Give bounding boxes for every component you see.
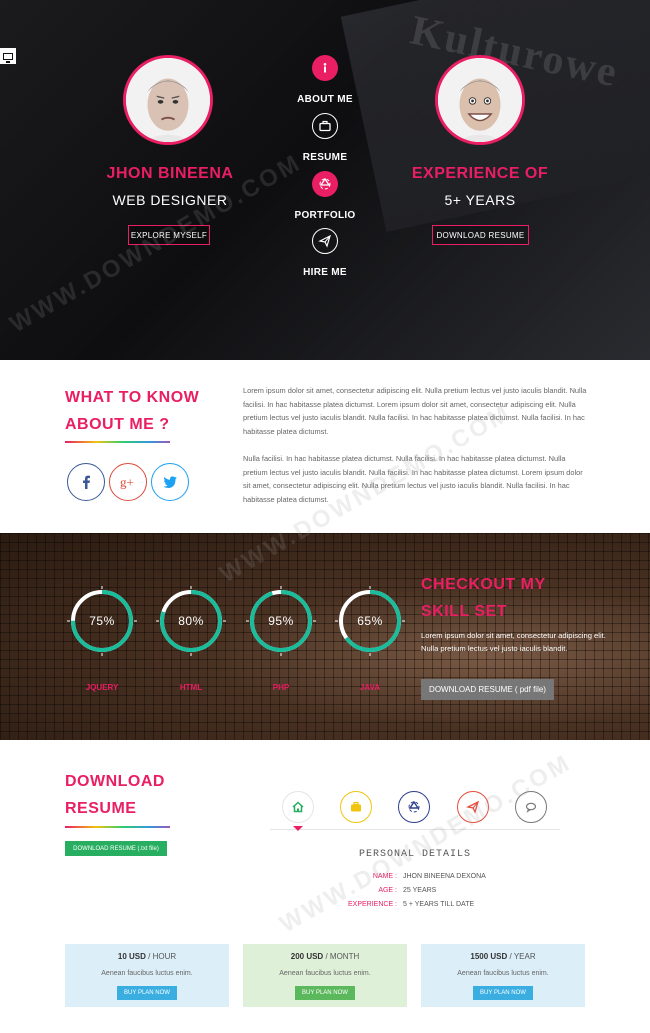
recycle-tab-icon[interactable] (398, 791, 430, 823)
plan-card-monthly: 200 USD / MONTH Aenean faucibus luctus e… (243, 944, 407, 1007)
nav-resume[interactable]: RESUME (265, 152, 385, 163)
about-paragraph-2: Nulla facilisi. In hac habitasse platea … (243, 454, 583, 504)
buy-plan-button[interactable]: BUY PLAN NOW (117, 986, 177, 1000)
buy-plan-button[interactable]: BUY PLAN NOW (473, 986, 533, 1000)
detail-row-experience: EXPERIENCE : 5 + YEARS TILL DATE (347, 901, 475, 908)
skill-value-jquery: 75% (89, 614, 115, 628)
recycle-icon[interactable] (312, 171, 338, 197)
personal-details-title: PERSONAL DETAILS (358, 849, 471, 860)
about-paragraph-1: Lorem ipsum dolor sit amet, consectetur … (243, 386, 587, 436)
skill-name-php: PHP (272, 683, 290, 692)
tab-divider (270, 829, 560, 830)
nav-hire-me[interactable]: HIRE ME (265, 267, 385, 278)
plan-card-yearly: 1500 USD / YEAR Aenean faucibus luctus e… (421, 944, 585, 1007)
home-icon[interactable] (282, 791, 314, 823)
nav-portfolio[interactable]: PORTFOLIO (265, 210, 385, 221)
nav-about-me[interactable]: ABOUT ME (265, 94, 385, 105)
plan-price: 200 USD / MONTH (290, 952, 360, 961)
download-pdf-resume-button[interactable]: DOWNLOAD RESUME ( pdf file) (421, 679, 554, 700)
skills-section: 75% 80% 95% 65% JQUERY HTML PHP JAVA CHE… (0, 533, 650, 740)
active-tab-pointer (293, 826, 303, 831)
download-txt-resume-button[interactable]: DOWNLOAD RESUME (.txt file) (65, 841, 167, 856)
experience-heading: EXPERIENCE OF (411, 165, 549, 182)
avatar-serious (123, 55, 213, 145)
plan-price: 10 USD / HOUR (117, 952, 177, 961)
google-plus-icon[interactable]: g+ (109, 463, 147, 501)
resume-title: DOWNLOAD RESUME (65, 773, 165, 817)
explore-myself-button[interactable]: EXPLORE MYSELF (128, 225, 210, 245)
profile-name: JHON BINEENA (106, 165, 234, 182)
about-title: WHAT TO KNOW ABOUT ME ? (65, 389, 200, 433)
paper-plane-tab-icon[interactable] (457, 791, 489, 823)
hero-section: Kulturowe JHON BINEENA WEB DESIGNER EXPL… (0, 0, 650, 360)
svg-text:g+: g+ (120, 475, 134, 490)
monitor-icon[interactable] (0, 48, 16, 64)
plan-card-hourly: 10 USD / HOUR Aenean faucibus luctus eni… (65, 944, 229, 1007)
buy-plan-button[interactable]: BUY PLAN NOW (295, 986, 355, 1000)
skill-name-html: HTML (179, 683, 203, 692)
facebook-icon[interactable] (67, 463, 105, 501)
title-divider (65, 441, 170, 443)
paper-plane-icon[interactable] (312, 228, 338, 254)
skill-value-php: 95% (268, 614, 294, 628)
plan-description: Aenean faucibus luctus enim. (101, 970, 193, 977)
watermark: WWW.DOWNDEMO.COM (275, 748, 577, 939)
experience-years: 5+ YEARS (444, 192, 516, 208)
chat-icon[interactable] (515, 791, 547, 823)
avatar-smiling (435, 55, 525, 145)
plan-description: Aenean faucibus luctus enim. (279, 970, 371, 977)
twitter-icon[interactable] (151, 463, 189, 501)
skill-name-jquery: JQUERY (85, 683, 119, 692)
plan-description: Aenean faucibus luctus enim. (457, 970, 549, 977)
skills-description: Lorem ipsum dolor sit amet, consectetur … (421, 631, 606, 653)
info-icon[interactable] (312, 55, 338, 81)
download-resume-button[interactable]: DOWNLOAD RESUME (432, 225, 529, 245)
skill-name-java: JAVA (359, 683, 381, 692)
skills-title: CHECKOUT MY SKILL SET (421, 576, 546, 620)
detail-row-age: AGE : 25 YEARS (378, 887, 437, 894)
plan-price: 1500 USD / YEAR (470, 952, 536, 961)
briefcase-tab-icon[interactable] (340, 791, 372, 823)
detail-row-name: NAME : JHON BINEENA DEXONA (372, 873, 486, 880)
briefcase-icon[interactable] (312, 113, 338, 139)
skill-value-html: 80% (178, 614, 204, 628)
skill-value-java: 65% (357, 614, 383, 628)
resume-title-divider (65, 826, 170, 828)
profile-role: WEB DESIGNER (112, 192, 228, 208)
